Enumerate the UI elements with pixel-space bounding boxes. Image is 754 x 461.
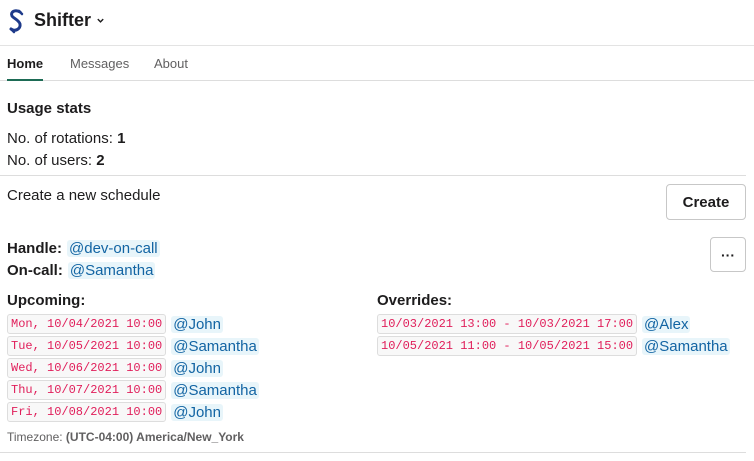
app-name: Shifter bbox=[34, 10, 92, 30]
users-value: 2 bbox=[96, 152, 105, 169]
override-time: 10/03/2021 13:00 - 10/03/2021 17:00 bbox=[377, 314, 638, 334]
upcoming-time: Fri, 10/08/2021 10:00 bbox=[7, 402, 167, 422]
rotations-value: 1 bbox=[117, 130, 126, 147]
upcoming-time: Tue, 10/05/2021 10:00 bbox=[7, 336, 167, 356]
divider bbox=[0, 452, 746, 453]
oncall-field: On-call: @Samantha bbox=[7, 262, 156, 279]
divider bbox=[0, 175, 746, 176]
handle-field: Handle: @dev-on-call bbox=[7, 240, 160, 257]
users-label: No. of users: bbox=[7, 152, 93, 169]
tab-about[interactable]: About bbox=[154, 56, 188, 81]
override-user-mention[interactable]: @Samantha bbox=[642, 337, 730, 355]
upcoming-user-mention[interactable]: @Samantha bbox=[171, 337, 259, 355]
create-button[interactable]: Create bbox=[666, 184, 746, 220]
more-options-button[interactable]: ··· bbox=[710, 237, 746, 272]
override-row: 10/05/2021 11:00 - 10/05/2021 15:00 @Sam… bbox=[377, 336, 730, 356]
oncall-mention[interactable]: @Samantha bbox=[67, 262, 156, 279]
tab-home[interactable]: Home bbox=[7, 56, 43, 81]
upcoming-user-mention[interactable]: @John bbox=[171, 315, 223, 333]
app-name-menu[interactable]: Shifter bbox=[34, 10, 105, 31]
upcoming-time: Wed, 10/06/2021 10:00 bbox=[7, 358, 167, 378]
upcoming-user-mention[interactable]: @John bbox=[171, 403, 223, 421]
app-header: Shifter bbox=[0, 0, 754, 46]
timezone-value: (UTC-04:00) America/New_York bbox=[65, 430, 244, 444]
override-user-mention[interactable]: @Alex bbox=[642, 315, 691, 333]
override-row: 10/03/2021 13:00 - 10/03/2021 17:00 @Ale… bbox=[377, 314, 691, 334]
upcoming-time: Thu, 10/07/2021 10:00 bbox=[7, 380, 167, 400]
overrides-heading: Overrides: bbox=[377, 292, 453, 309]
timezone-info: Timezone: (UTC-04:00) America/New_York bbox=[7, 430, 244, 444]
users-stat: No. of users: 2 bbox=[7, 152, 105, 169]
upcoming-row: Mon, 10/04/2021 10:00 @John bbox=[7, 314, 223, 334]
create-schedule-text: Create a new schedule bbox=[7, 187, 161, 204]
upcoming-row: Wed, 10/06/2021 10:00 @John bbox=[7, 358, 223, 378]
chevron-down-icon bbox=[97, 18, 104, 23]
handle-mention[interactable]: @dev-on-call bbox=[67, 240, 160, 257]
more-icon: ··· bbox=[721, 246, 735, 263]
handle-label: Handle: bbox=[7, 240, 63, 257]
upcoming-time: Mon, 10/04/2021 10:00 bbox=[7, 314, 167, 334]
upcoming-user-mention[interactable]: @Samantha bbox=[171, 381, 259, 399]
upcoming-row: Thu, 10/07/2021 10:00 @Samantha bbox=[7, 380, 259, 400]
tab-bar: Home Messages About bbox=[0, 46, 754, 81]
rotations-stat: No. of rotations: 1 bbox=[7, 130, 125, 147]
override-time: 10/05/2021 11:00 - 10/05/2021 15:00 bbox=[377, 336, 638, 356]
tab-messages[interactable]: Messages bbox=[70, 56, 129, 81]
upcoming-heading: Upcoming: bbox=[7, 292, 86, 309]
upcoming-row: Tue, 10/05/2021 10:00 @Samantha bbox=[7, 336, 259, 356]
rotations-label: No. of rotations: bbox=[7, 130, 113, 147]
timezone-label: Timezone: bbox=[7, 430, 63, 444]
upcoming-row: Fri, 10/08/2021 10:00 @John bbox=[7, 402, 223, 422]
upcoming-user-mention[interactable]: @John bbox=[171, 359, 223, 377]
oncall-label: On-call: bbox=[7, 262, 63, 279]
usage-stats-title: Usage stats bbox=[7, 100, 92, 117]
shifter-logo-icon bbox=[9, 9, 24, 34]
